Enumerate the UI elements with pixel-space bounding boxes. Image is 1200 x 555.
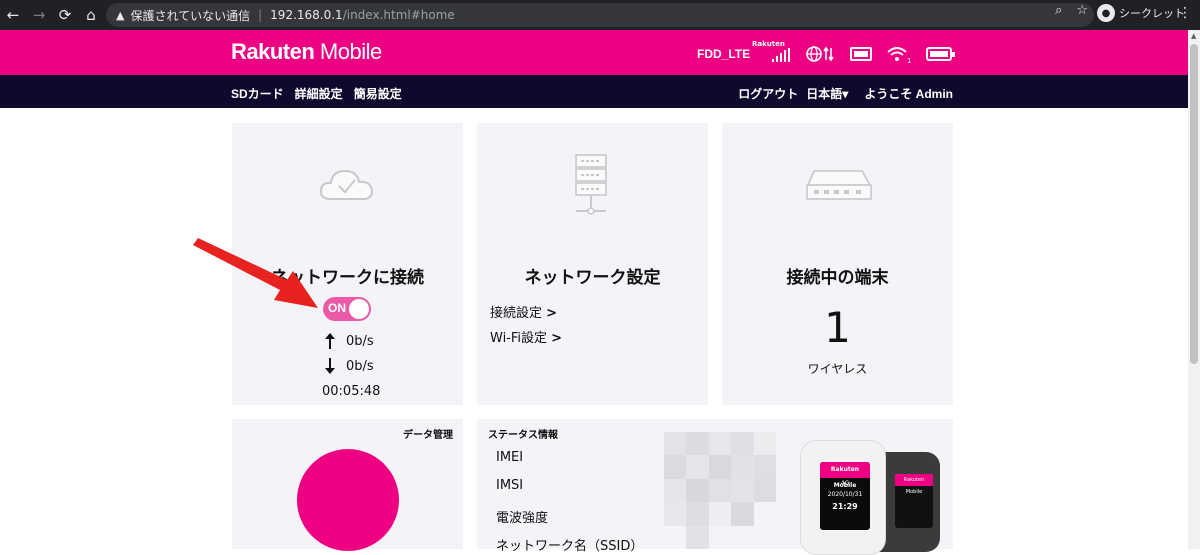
connection-duration: 00:05:48: [322, 384, 381, 399]
device-type-label: ワイヤレス: [807, 362, 868, 376]
incognito-icon: ●: [1097, 4, 1115, 22]
reload-icon[interactable]: ⟳: [52, 0, 78, 30]
connection-toggle[interactable]: ON: [323, 297, 371, 321]
ssid-label: ネットワーク名（SSID）: [496, 539, 644, 554]
insecure-label[interactable]: 保護されていない通信: [130, 7, 250, 24]
router-icon: [806, 170, 872, 200]
connection-settings-link[interactable]: 接続設定 >: [490, 302, 557, 321]
device-back-brand: Rakuten Mobile: [895, 474, 933, 495]
device-screen-brand: Rakuten Mobile: [820, 462, 870, 489]
signal-operator: Rakuten: [752, 40, 785, 48]
cloud-check-icon: [319, 169, 374, 200]
browser-toolbar: ← → ⟳ ⌂ ▲ 保護されていない通信 | 192.168.0.1/index…: [0, 0, 1200, 30]
url-separator: |: [258, 8, 263, 22]
redacted-values: [664, 432, 776, 549]
sim-icon: [850, 47, 872, 61]
nav-quick-settings[interactable]: 簡易設定: [354, 85, 402, 102]
data-usage-pie: [297, 449, 399, 551]
device-screen-time: 21:29: [832, 502, 858, 511]
zoom-icon[interactable]: ⌕: [1055, 3, 1062, 18]
rakuten-mobile-logo[interactable]: Rakuten Mobile: [231, 39, 382, 65]
main-nav: SDカード 詳細設定 簡易設定 ログアウト 日本語▾ ようこそ Admin: [0, 75, 1188, 108]
incognito-label: シークレット: [1119, 7, 1185, 20]
network-settings-title: ネットワーク設定: [524, 268, 661, 288]
wifi-icon: 1: [887, 47, 911, 64]
logo-product: Mobile: [314, 39, 382, 64]
upload-rate: 0b/s: [346, 333, 374, 349]
upload-rate-row: 0b/s: [322, 332, 374, 350]
download-rate-row: 0b/s: [322, 357, 374, 375]
toggle-label: ON: [328, 301, 346, 315]
upload-arrow-icon: [325, 333, 335, 349]
red-pointer-arrow: [193, 238, 318, 308]
wifi-settings-link[interactable]: Wi-Fi設定 >: [490, 327, 562, 346]
chevron-right-icon: >: [546, 306, 558, 321]
scroll-up-icon[interactable]: ▲: [1191, 32, 1196, 40]
nav-sd-card[interactable]: SDカード: [231, 85, 284, 102]
data-management-title: データ管理: [403, 430, 453, 441]
page-scrollbar[interactable]: ▲: [1188, 30, 1200, 549]
nav-advanced-settings[interactable]: 詳細設定: [295, 85, 343, 102]
status-title: ステータス情報: [488, 430, 558, 441]
device-screen-network: 4G: [840, 480, 850, 487]
language-selector[interactable]: 日本語▾: [806, 85, 848, 102]
forward-icon[interactable]: →: [26, 0, 52, 30]
download-arrow-icon: [325, 358, 335, 374]
network-settings-card: ネットワーク設定: [477, 123, 708, 405]
server-icon: [575, 154, 607, 215]
download-rate: 0b/s: [346, 358, 374, 374]
warning-icon[interactable]: ▲: [116, 9, 124, 22]
scroll-thumb[interactable]: [1190, 44, 1198, 364]
logo-brand: Rakuten: [231, 39, 315, 64]
signal-strength-icon: Rakuten: [752, 40, 792, 66]
internet-globe-icon: [806, 46, 834, 62]
url-host[interactable]: 192.168.0.1: [270, 8, 343, 22]
signal-label: 電波強度: [496, 511, 549, 526]
chevron-right-icon: >: [551, 331, 563, 346]
imsi-label: IMSI: [496, 478, 524, 493]
network-type: FDD_LTE: [697, 47, 751, 61]
browser-menu-icon[interactable]: ⋮: [1178, 5, 1192, 21]
back-icon[interactable]: ←: [0, 0, 26, 30]
connected-devices-title: 接続中の端末: [786, 268, 889, 288]
welcome-user: ようこそ Admin: [864, 87, 953, 101]
device-count: 1: [824, 303, 851, 352]
app-header: Rakuten Mobile FDD_LTE Rakuten 1: [0, 30, 1188, 75]
device-screen-date: 2020/10/31: [827, 491, 863, 498]
imei-label: IMEI: [496, 450, 524, 465]
bookmark-star-icon[interactable]: ☆: [1076, 3, 1088, 18]
device-photo-white: Rakuten Mobile 4G 2020/10/31 21:29: [800, 440, 886, 555]
url-path[interactable]: /index.html#home: [343, 8, 455, 22]
home-icon[interactable]: ⌂: [78, 0, 104, 30]
logout-link[interactable]: ログアウト: [738, 85, 798, 102]
battery-icon: [926, 47, 955, 61]
address-bar[interactable]: ▲ 保護されていない通信 | 192.168.0.1/index.html#ho…: [106, 3, 1094, 27]
incognito-indicator[interactable]: ● シークレット: [1097, 4, 1185, 22]
wifi-clients-badge: 1: [907, 57, 911, 64]
toggle-knob: [349, 299, 369, 319]
